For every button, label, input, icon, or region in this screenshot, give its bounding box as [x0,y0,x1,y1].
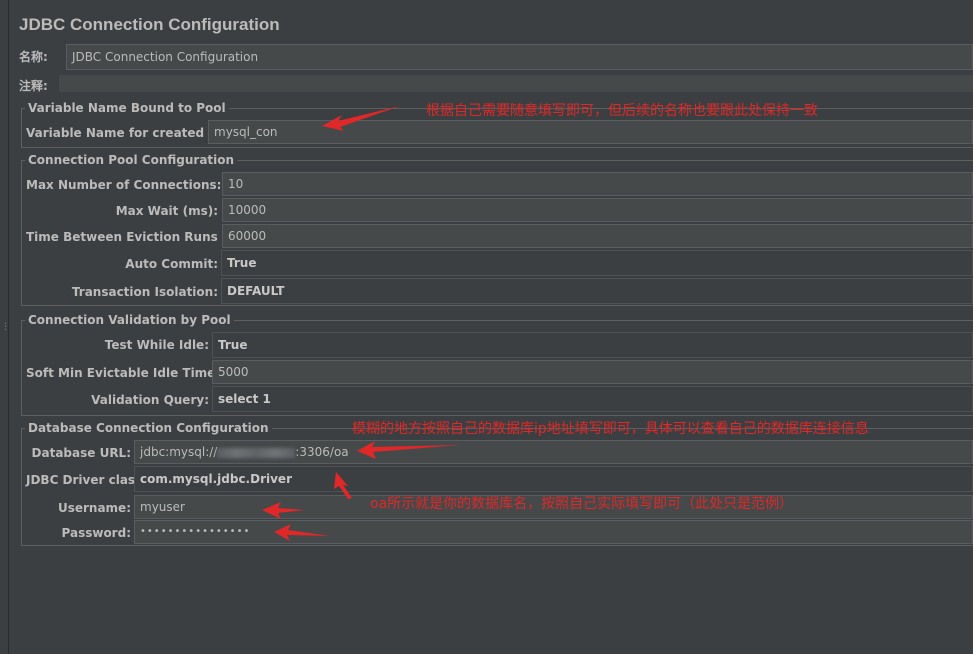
arrow-db-name-icon [334,472,352,499]
arrow-pool-icon [322,106,400,131]
arrow-url-icon [357,441,460,459]
arrow-password-icon [274,524,330,541]
annotation-arrows [262,106,460,541]
arrow-username-icon [262,502,305,519]
